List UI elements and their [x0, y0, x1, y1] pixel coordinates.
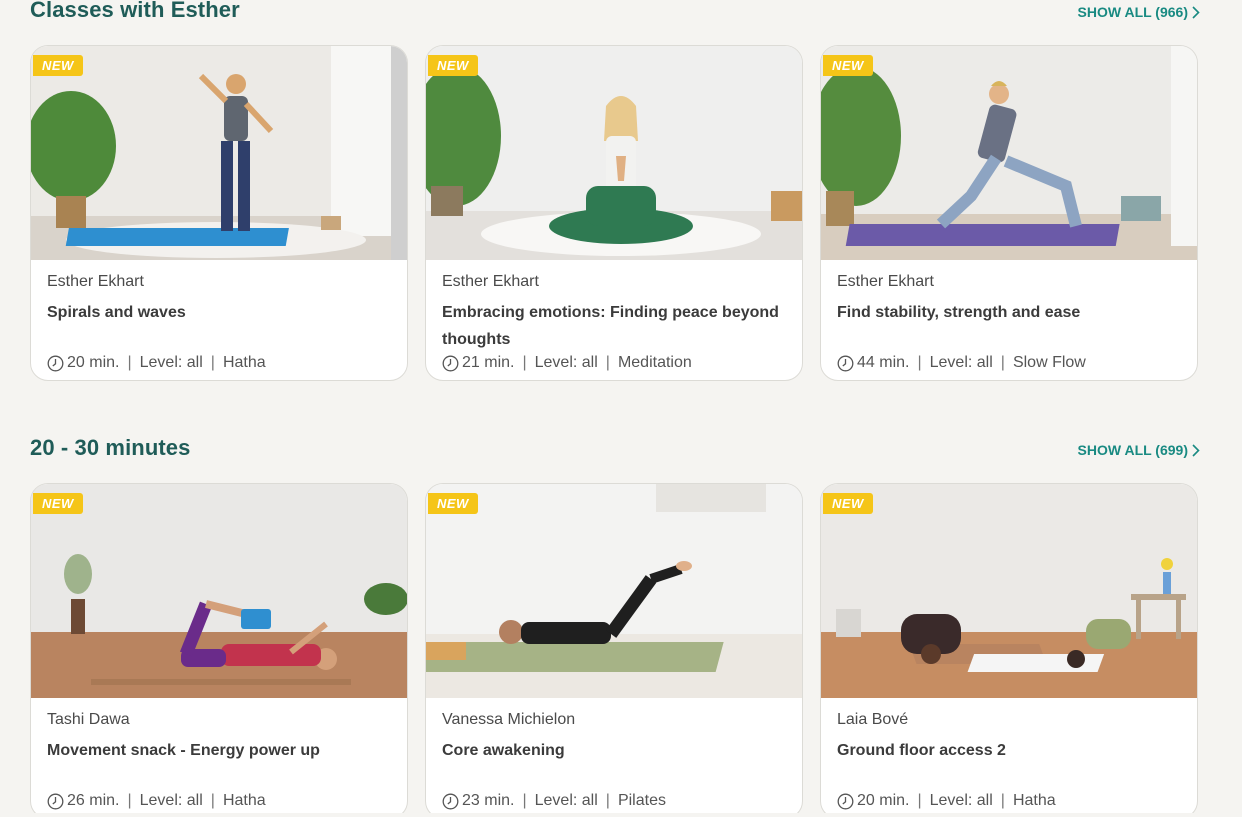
teacher-name[interactable]: Vanessa Michielon [442, 710, 786, 730]
class-meta: 20 min. | Level: all | Hatha [837, 792, 1056, 810]
meta-separator: | [127, 792, 132, 809]
duration: 21 min. [462, 354, 515, 371]
card-info: Laia Bové Ground floor access 2 [837, 710, 1181, 764]
class-card[interactable]: NEW Vanessa Michielon Core awakening 23 … [425, 483, 803, 817]
class-title[interactable]: Ground floor access 2 [837, 737, 1181, 764]
meta-separator: | [1000, 354, 1005, 371]
clock-icon [837, 793, 857, 810]
show-all-label: SHOW ALL (699) [1077, 442, 1188, 458]
class-thumbnail[interactable]: NEW [31, 484, 407, 698]
meta-separator: | [917, 792, 922, 809]
card-info: Tashi Dawa Movement snack - Energy power… [47, 710, 391, 764]
meta-separator: | [210, 354, 215, 371]
class-thumbnail[interactable]: NEW [821, 46, 1197, 260]
clock-icon [47, 355, 67, 372]
clock-icon [442, 793, 462, 810]
class-thumbnail[interactable]: NEW [821, 484, 1197, 698]
meta-separator: | [1000, 792, 1005, 809]
meta-separator: | [127, 354, 132, 371]
show-all-link[interactable]: SHOW ALL (966) [1078, 4, 1200, 20]
section-title: Classes with Esther [30, 0, 240, 22]
level: Level: all [139, 354, 203, 371]
class-title[interactable]: Core awakening [442, 737, 786, 764]
teacher-name[interactable]: Esther Ekhart [837, 272, 1181, 292]
card-row: NEW Esther Ekhart Spirals and waves 20 m… [30, 45, 1198, 381]
style: Hatha [222, 354, 266, 371]
chevron-right-icon [1192, 443, 1200, 457]
meta-separator: | [917, 354, 922, 371]
class-title[interactable]: Find stability, strength and ease [837, 299, 1181, 326]
meta-separator: | [522, 792, 527, 809]
duration: 23 min. [462, 792, 515, 809]
class-meta: 23 min. | Level: all | Pilates [442, 792, 666, 810]
meta-separator: | [605, 792, 610, 809]
meta-separator: | [522, 354, 527, 371]
page: Classes with Esther SHOW ALL (966) NEW E… [0, 0, 1242, 817]
teacher-name[interactable]: Esther Ekhart [47, 272, 391, 292]
class-title[interactable]: Embracing emotions: Finding peace beyond… [442, 299, 786, 353]
chevron-right-icon [1192, 5, 1200, 19]
class-thumbnail[interactable]: NEW [31, 46, 407, 260]
new-badge: NEW [33, 55, 83, 76]
style: Pilates [617, 792, 666, 809]
new-badge: NEW [33, 493, 83, 514]
style: Meditation [617, 354, 692, 371]
level: Level: all [139, 792, 203, 809]
show-all-link[interactable]: SHOW ALL (699) [1078, 442, 1200, 458]
card-info: Esther Ekhart Embracing emotions: Findin… [442, 272, 786, 353]
class-meta: 20 min. | Level: all | Hatha [47, 354, 266, 372]
class-card[interactable]: NEW Esther Ekhart Find stability, streng… [820, 45, 1198, 381]
class-meta: 44 min. | Level: all | Slow Flow [837, 354, 1086, 372]
card-info: Vanessa Michielon Core awakening [442, 710, 786, 764]
level: Level: all [534, 354, 598, 371]
new-badge: NEW [823, 493, 873, 514]
section-20-30-minutes: 20 - 30 minutes SHOW ALL (699) NEW Tashi… [30, 435, 1200, 817]
new-badge: NEW [428, 55, 478, 76]
style: Hatha [1012, 792, 1056, 809]
teacher-name[interactable]: Esther Ekhart [442, 272, 786, 292]
clock-icon [837, 355, 857, 372]
new-badge: NEW [823, 55, 873, 76]
class-title[interactable]: Spirals and waves [47, 299, 391, 326]
show-all-label: SHOW ALL (966) [1077, 4, 1188, 20]
meta-separator: | [210, 792, 215, 809]
section-title: 20 - 30 minutes [30, 435, 191, 460]
class-meta: 21 min. | Level: all | Meditation [442, 354, 692, 372]
style: Slow Flow [1012, 354, 1086, 371]
class-thumbnail[interactable]: NEW [426, 46, 802, 260]
level: Level: all [534, 792, 598, 809]
class-card[interactable]: NEW Esther Ekhart Spirals and waves 20 m… [30, 45, 408, 381]
duration: 44 min. [857, 354, 910, 371]
meta-separator: | [605, 354, 610, 371]
clock-icon [442, 355, 462, 372]
card-info: Esther Ekhart Find stability, strength a… [837, 272, 1181, 326]
level: Level: all [929, 354, 993, 371]
teacher-name[interactable]: Tashi Dawa [47, 710, 391, 730]
section-header: 20 - 30 minutes SHOW ALL (699) [30, 435, 1200, 475]
duration: 26 min. [67, 792, 120, 809]
section-classes-with-esther: Classes with Esther SHOW ALL (966) NEW E… [30, 0, 1200, 387]
card-info: Esther Ekhart Spirals and waves [47, 272, 391, 326]
teacher-name[interactable]: Laia Bové [837, 710, 1181, 730]
duration: 20 min. [857, 792, 910, 809]
class-card[interactable]: NEW Laia Bové Ground floor access 2 20 m… [820, 483, 1198, 817]
new-badge: NEW [428, 493, 478, 514]
style: Hatha [222, 792, 266, 809]
duration: 20 min. [67, 354, 120, 371]
section-header: Classes with Esther SHOW ALL (966) [30, 0, 1200, 37]
class-card[interactable]: NEW Tashi Dawa Movement snack - Energy p… [30, 483, 408, 817]
class-thumbnail[interactable]: NEW [426, 484, 802, 698]
level: Level: all [929, 792, 993, 809]
class-meta: 26 min. | Level: all | Hatha [47, 792, 266, 810]
page-bottom-edge [0, 813, 1242, 817]
clock-icon [47, 793, 67, 810]
class-card[interactable]: NEW Esther Ekhart Embracing emotions: Fi… [425, 45, 803, 381]
card-row: NEW Tashi Dawa Movement snack - Energy p… [30, 483, 1198, 817]
class-title[interactable]: Movement snack - Energy power up [47, 737, 391, 764]
